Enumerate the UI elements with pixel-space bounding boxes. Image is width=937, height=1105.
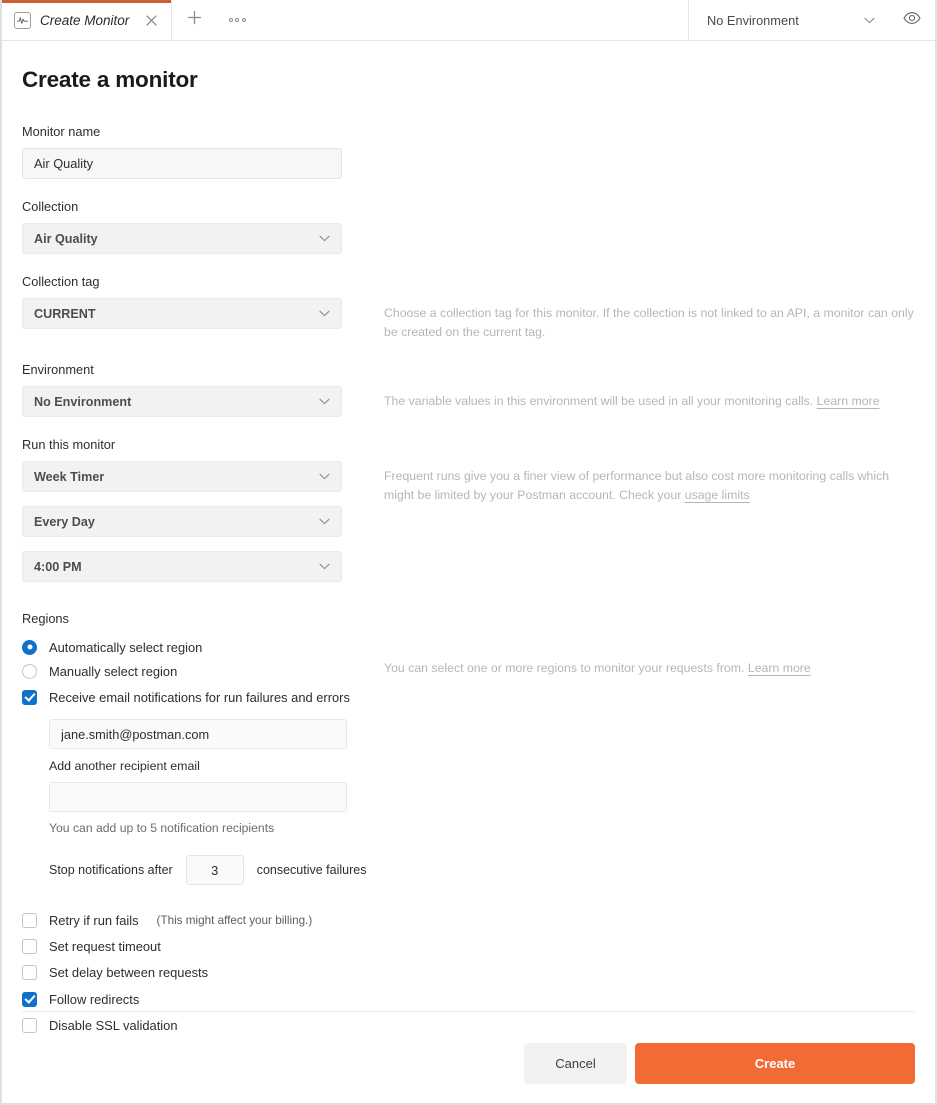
regions-learn-more-link[interactable]: Learn more: [748, 661, 811, 675]
follow-redirects-label: Follow redirects: [49, 991, 140, 1007]
follow-redirects-checkbox-indicator: [22, 991, 37, 1007]
run-frequency-value: Every Day: [34, 514, 95, 529]
collection-tag-label: Collection tag: [22, 274, 100, 289]
add-another-recipient-label: Add another recipient email: [49, 759, 200, 773]
monitor-name-label: Monitor name: [22, 124, 101, 139]
environment-helper: The variable values in this environment …: [384, 386, 880, 411]
checkbox-retry-if-run-fails[interactable]: Retry if run fails (This might affect yo…: [22, 907, 915, 933]
run-this-monitor-helper: Frequent runs give you a finer view of p…: [384, 461, 914, 505]
stop-notifications-prefix: Stop notifications after: [49, 863, 173, 877]
email-recipients-block: Add another recipient email You can add …: [49, 719, 915, 885]
monitor-name-input[interactable]: [22, 148, 342, 179]
add-another-recipient-input[interactable]: [49, 782, 347, 812]
checkbox-disable-ssl-validation[interactable]: Disable SSL validation: [22, 1012, 915, 1038]
run-time-value: 4:00 PM: [34, 559, 82, 574]
chevron-down-icon: [319, 310, 330, 317]
chevron-down-icon: [319, 398, 330, 405]
checkbox-set-delay-between-requests[interactable]: Set delay between requests: [22, 960, 915, 986]
retry-if-run-fails-label: Retry if run fails: [49, 912, 139, 928]
regions-row: Automatically select region Manually sel…: [22, 635, 915, 683]
run-time-select[interactable]: 4:00 PM: [22, 551, 342, 582]
monitor-pulse-icon: [14, 11, 31, 29]
close-icon[interactable]: [143, 12, 159, 28]
environment-learn-more-link[interactable]: Learn more: [817, 394, 880, 408]
recipient-limit-note: You can add up to 5 notification recipie…: [49, 821, 275, 835]
run-this-monitor-row: Week Timer Every Day 4:00 PM Frequent ru…: [22, 461, 915, 582]
environment-selector[interactable]: No Environment: [689, 0, 889, 40]
tab-more-options-button[interactable]: [216, 0, 258, 40]
monitor-options-list: Retry if run fails (This might affect yo…: [22, 907, 915, 1038]
run-this-monitor-label: Run this monitor: [22, 437, 116, 452]
tab-bar: Create Monitor No Environment: [2, 0, 935, 41]
plus-icon: [187, 10, 202, 30]
radio-auto-indicator: [22, 639, 37, 655]
disable-ssl-validation-checkbox-indicator: [22, 1017, 37, 1033]
radio-manual-indicator: [22, 663, 37, 679]
environment-quick-look-button[interactable]: [889, 11, 935, 30]
run-this-monitor-helper-text: Frequent runs give you a finer view of p…: [384, 469, 890, 502]
chevron-down-icon: [864, 17, 875, 24]
environment-selector-label: No Environment: [707, 12, 799, 28]
environment-select-value: No Environment: [34, 394, 132, 409]
collection-select-value: Air Quality: [34, 231, 98, 246]
checkbox-receive-email-notifications[interactable]: Receive email notifications for run fail…: [22, 685, 915, 709]
radio-manual-label: Manually select region: [49, 663, 178, 679]
regions-helper-text: You can select one or more regions to mo…: [384, 661, 745, 675]
run-timer-select[interactable]: Week Timer: [22, 461, 342, 492]
collection-select[interactable]: Air Quality: [22, 223, 342, 254]
email-notifications-checkbox-indicator: [22, 689, 37, 705]
collection-tag-row: CURRENT Choose a collection tag for this…: [22, 298, 915, 342]
regions-helper: You can select one or more regions to mo…: [384, 635, 811, 678]
environment-area: No Environment: [689, 0, 935, 40]
environment-select[interactable]: No Environment: [22, 386, 342, 417]
retry-if-run-fails-note: (This might affect your billing.): [156, 913, 313, 927]
disable-ssl-validation-label: Disable SSL validation: [49, 1017, 178, 1033]
radio-auto-label: Automatically select region: [49, 639, 203, 655]
radio-manually-select-region[interactable]: Manually select region: [22, 659, 342, 683]
create-monitor-form: Create a monitor Monitor name Collection…: [2, 41, 935, 1038]
run-timer-value: Week Timer: [34, 469, 105, 484]
tab-create-monitor[interactable]: Create Monitor: [2, 0, 172, 40]
email-notifications-label: Receive email notifications for run fail…: [49, 689, 350, 705]
footer-divider: [22, 1011, 915, 1012]
chevron-down-icon: [319, 235, 330, 242]
environment-row: No Environment The variable values in th…: [22, 386, 915, 417]
set-request-timeout-label: Set request timeout: [49, 938, 161, 954]
retry-if-run-fails-checkbox-indicator: [22, 912, 37, 928]
chevron-down-icon: [319, 473, 330, 480]
run-frequency-select[interactable]: Every Day: [22, 506, 342, 537]
environment-helper-text: The variable values in this environment …: [384, 394, 814, 408]
eye-icon: [903, 11, 921, 30]
footer-actions: Cancel Create: [2, 1043, 935, 1084]
radio-automatically-select-region[interactable]: Automatically select region: [22, 635, 342, 659]
collection-tag-select[interactable]: CURRENT: [22, 298, 342, 329]
set-request-timeout-checkbox-indicator: [22, 938, 37, 954]
cancel-button[interactable]: Cancel: [524, 1043, 627, 1084]
create-button[interactable]: Create: [635, 1043, 915, 1084]
tab-title: Create Monitor: [40, 12, 130, 28]
tab-bar-filler: [258, 0, 689, 40]
create-monitor-window: Create Monitor No Environment Create a m…: [0, 0, 937, 1105]
usage-limits-link[interactable]: usage limits: [685, 488, 750, 502]
stop-notifications-count-input[interactable]: [185, 855, 244, 885]
collection-label: Collection: [22, 199, 79, 214]
collection-tag-helper: Choose a collection tag for this monitor…: [384, 306, 914, 339]
recipient-email-input[interactable]: [49, 719, 347, 749]
set-delay-between-requests-label: Set delay between requests: [49, 965, 209, 981]
page-title: Create a monitor: [22, 67, 198, 92]
stop-notifications-row: Stop notifications after consecutive fai…: [49, 855, 915, 885]
set-delay-between-requests-checkbox-indicator: [22, 965, 37, 981]
active-tab-accent-bar: [2, 0, 171, 3]
stop-notifications-suffix: consecutive failures: [256, 863, 367, 877]
regions-label: Regions: [22, 611, 69, 626]
checkbox-follow-redirects[interactable]: Follow redirects: [22, 986, 915, 1012]
chevron-down-icon: [319, 518, 330, 525]
new-tab-button[interactable]: [172, 0, 216, 40]
more-dots-icon: [228, 18, 246, 22]
checkbox-set-request-timeout[interactable]: Set request timeout: [22, 933, 915, 959]
environment-label: Environment: [22, 362, 94, 377]
chevron-down-icon: [319, 563, 330, 570]
collection-tag-select-value: CURRENT: [34, 306, 96, 321]
